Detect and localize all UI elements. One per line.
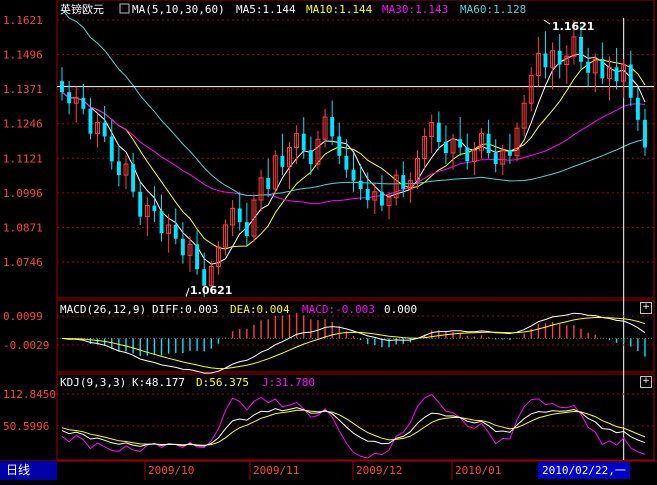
candle-body-down	[131, 164, 136, 192]
kdj-d-readout: D:56.375	[196, 376, 249, 389]
price-tick-label: 1.1246	[3, 118, 43, 131]
kdj-panel-plot	[57, 393, 654, 459]
chart-frame	[0, 0, 657, 462]
month-tick-label: 2010/01	[455, 464, 501, 477]
moving-average-lines	[57, 8, 654, 460]
candle-body-down	[351, 169, 356, 181]
chart-canvas: 1.1621 1.1496 1.1371 1.1246 1.1121 1.0996 1.08…	[0, 0, 657, 480]
candle-body-down	[152, 205, 157, 212]
kdj-tick-label: 112.8450	[3, 388, 56, 401]
main-pane-border	[56, 0, 655, 299]
price-tick-label: 1.1371	[3, 83, 43, 96]
candle-body-down	[344, 155, 349, 170]
macd-diff-line	[61, 312, 646, 374]
candle-body-down	[116, 161, 121, 176]
macd-expand-button[interactable]: +	[640, 302, 652, 314]
candle-body-down	[543, 53, 548, 68]
chart-window: 1.1621 1.1496 1.1371 1.1246 1.1121 1.0996 1.08…	[0, 0, 657, 481]
candle-body-down	[88, 108, 93, 134]
ma-toggle-icon[interactable]	[119, 3, 130, 14]
candle-body-down	[465, 147, 470, 162]
candle-body-down	[579, 36, 583, 62]
month-tick-label: 2009/10	[148, 464, 194, 477]
candle-body-down	[358, 180, 363, 189]
price-tick-label: 1.0996	[3, 187, 43, 200]
kdj-tick-label: 50.5996	[3, 420, 49, 433]
kdj-j-readout: J:31.780	[262, 376, 315, 389]
candle-body-down	[486, 133, 491, 154]
candle-body-down	[159, 211, 164, 234]
candle-body-down	[330, 117, 335, 137]
ma10-readout: MA10:1.144	[306, 3, 373, 16]
candle-body-down	[244, 222, 249, 237]
candle-body-down	[173, 224, 178, 239]
candle-body-down	[365, 188, 370, 201]
price-tick-label: 1.1121	[3, 152, 43, 165]
price-tick-label: 1.1496	[3, 49, 43, 62]
candle-body-down	[67, 92, 72, 104]
candle-body-down	[635, 97, 640, 120]
candle-body-down	[557, 50, 562, 65]
price-tick-label: 1.0746	[3, 256, 43, 269]
macd-diff-readout: DIFF:0.003	[152, 303, 218, 316]
candle-body-down	[81, 97, 86, 109]
candle-body-down	[379, 191, 384, 206]
macd-value-readout: MACD:-0.003	[302, 303, 375, 316]
candle-body-down	[308, 150, 313, 165]
macd-extra-readout: 0.000	[384, 303, 417, 316]
low-marker-pointer	[185, 287, 190, 297]
period-tab-daily[interactable]: 日线	[0, 461, 57, 480]
candle-body-down	[493, 153, 498, 165]
candle-body-down	[237, 208, 242, 223]
ma-indicator-label: MA(5,10,30,60)	[132, 3, 225, 16]
month-tick-label: 2009/11	[253, 464, 299, 477]
axis-tick-labels: 1.1621 1.1496 1.1371 1.1246 1.1121 1.0996 1.08…	[3, 14, 501, 480]
macd-panel-plot	[57, 312, 654, 374]
price-tick-label: 1.0871	[3, 221, 43, 234]
instrument-title: 英镑欧元	[60, 2, 104, 16]
candle-body-down	[600, 58, 605, 79]
candle-body-down	[102, 122, 107, 137]
macd-tick-label: -0.0029	[3, 339, 49, 352]
kdj-title: KDJ(9,3,3)	[60, 376, 126, 389]
candle-body-down	[280, 155, 285, 167]
macd-title: MACD(26,12,9)	[60, 303, 146, 316]
candle-body-down	[301, 133, 306, 151]
candle-body-down	[628, 64, 633, 98]
high-price-marker: 1.1621	[552, 20, 594, 33]
macd-tick-label: 0.0099	[3, 310, 43, 323]
month-tick-label: 2009/12	[356, 464, 402, 477]
price-tick-label: 1.1621	[3, 14, 43, 27]
candle-body-down	[614, 67, 619, 82]
ma5-readout: MA5:1.144	[236, 3, 296, 16]
low-price-marker: 1.0621	[190, 284, 232, 297]
candle-body-down	[266, 177, 271, 189]
candle-body-down	[401, 175, 406, 189]
ma60-readout: MA60:1.128	[460, 3, 526, 16]
candle-body-down	[436, 122, 441, 142]
candle-body-down	[507, 150, 512, 156]
kdj-k-readout: K:48.177	[132, 376, 185, 389]
candle-body-down	[180, 238, 185, 256]
candle-body-down	[195, 244, 200, 270]
candle-body-down	[443, 141, 448, 154]
macd-dea-readout: DEA:0.004	[230, 303, 290, 316]
ma30-readout: MA30:1.143	[382, 3, 448, 16]
candle-body-down	[643, 119, 647, 148]
candle-body-down	[109, 136, 114, 162]
cursor-date-box: 2010/02/22,一	[538, 462, 630, 479]
kdj-expand-button[interactable]: +	[640, 376, 652, 388]
candle-body-down	[138, 191, 143, 217]
candle-body-down	[60, 81, 64, 93]
candle-body-down	[586, 61, 591, 73]
high-marker-pointer	[543, 19, 551, 25]
candle-body-down	[458, 139, 463, 148]
candle-body-down	[337, 136, 342, 156]
kdj-d-line	[61, 409, 646, 446]
